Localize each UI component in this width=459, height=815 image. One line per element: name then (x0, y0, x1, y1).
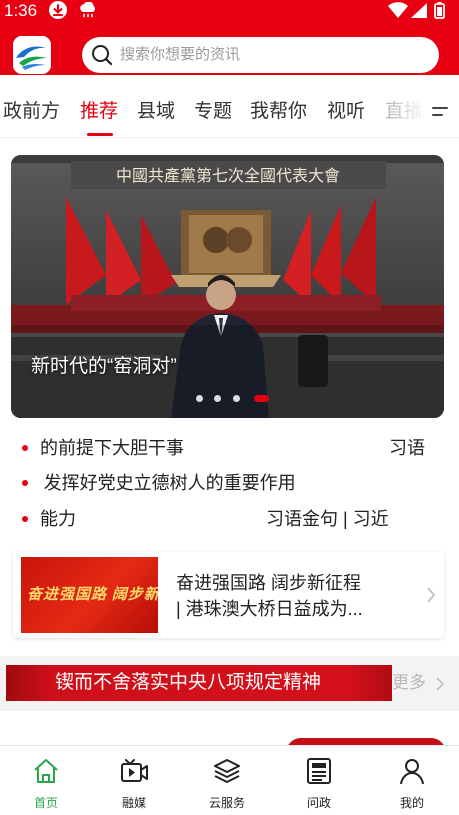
section-header: 锲而不舍落实中央八项规定精神 更多 (0, 656, 459, 711)
nav-government-inquiry[interactable]: 问政 (273, 746, 365, 815)
bullet-icon (22, 480, 28, 486)
app-logo-icon[interactable] (13, 36, 51, 74)
signal-icon (411, 3, 427, 18)
tab-zhengqianfang[interactable]: 政前方 (3, 99, 60, 125)
nav-cloud-services[interactable]: 云服务 (181, 746, 273, 815)
promo-image-text: 奋进强国路 阔步新征程 (27, 587, 158, 603)
tab-county[interactable]: 县域 (137, 99, 175, 125)
more-link[interactable]: 更多 (392, 669, 426, 697)
carousel-dot-active[interactable] (254, 395, 269, 402)
nav-home[interactable]: 首页 (0, 746, 92, 815)
section-title: 锲而不舍落实中央八项规定精神 (55, 672, 322, 693)
video-icon (121, 759, 148, 782)
banner-image: 中國共產黨第七次全國代表大會 (11, 155, 444, 418)
nav-label: 我的 (399, 796, 424, 810)
status-right-icons (387, 1, 453, 19)
person-icon (400, 759, 424, 785)
cloud-icon (78, 1, 98, 18)
nav-label: 云服务 (208, 796, 245, 810)
app-screen: 1:36 搜索你想要的资讯 政前方 推荐 县域 专题 我帮你 视听 中國共產黨第… (0, 0, 459, 815)
status-bar: 1:36 (0, 0, 459, 24)
wifi-icon (388, 2, 408, 18)
search-placeholder: 搜索你想要的资讯 (120, 46, 241, 63)
news-ticker-text-right: 习语 (389, 438, 425, 458)
promo-card[interactable]: 奋进强国路 阔步新征程 奋进强国路 阔步新征程 | 港珠澳大桥日益成为... (13, 552, 444, 638)
banner-caption: 新时代的“窑洞对” (31, 356, 177, 377)
chevron-right-icon[interactable] (426, 586, 436, 604)
carousel-dot[interactable] (196, 395, 203, 402)
news-ticker-text-right: 习语金句 | 习近 (266, 509, 389, 529)
tabs-divider (0, 137, 459, 138)
home-icon (34, 759, 58, 783)
channel-tabs: 政前方 推荐 县域 专题 我帮你 视听 直播 (0, 85, 459, 137)
nav-label: 首页 (33, 796, 58, 810)
bullet-icon (22, 516, 28, 522)
promo-text: 奋进强国路 阔步新征程 | 港珠澳大桥日益成为... (176, 570, 411, 622)
status-time: 1:36 (4, 1, 38, 20)
nav-label: 问政 (306, 796, 331, 810)
app-header: 1:36 搜索你想要的资讯 (0, 0, 459, 75)
news-ticker-text: 的前提下大胆干事 (40, 438, 184, 458)
search-input[interactable]: 搜索你想要的资讯 (82, 37, 439, 73)
download-icon (49, 1, 67, 19)
chevron-right-icon[interactable] (436, 677, 444, 691)
carousel-dot[interactable] (233, 395, 240, 402)
search-icon (90, 43, 114, 67)
bullet-icon (22, 445, 28, 451)
section-title-banner: 锲而不舍落实中央八项规定精神 (6, 665, 392, 701)
newspaper-icon (307, 758, 331, 784)
tab-help[interactable]: 我帮你 (250, 99, 307, 125)
nav-profile[interactable]: 我的 (366, 746, 458, 815)
promo-title: 奋进强国路 阔步新征程 (176, 573, 361, 593)
carousel-dot[interactable] (214, 395, 221, 402)
nav-label: 融媒 (121, 796, 146, 810)
tab-fade (372, 85, 424, 137)
promo-image: 奋进强国路 阔步新征程 (21, 557, 158, 633)
promo-subtitle: | 港珠澳大桥日益成为... (176, 599, 363, 619)
bottom-navigation: 首页 融媒 云服务 问政 我的 (0, 745, 459, 815)
layers-icon (214, 759, 240, 783)
news-ticker-text: 能力 (40, 509, 76, 529)
tab-audiovisual[interactable]: 视听 (327, 99, 365, 125)
backdrop-banner-text: 中國共產黨第七次全國代表大會 (116, 166, 340, 185)
news-ticker-item[interactable]: | 发挥好党史立德树人的重要作用 (0, 468, 459, 498)
tab-topics[interactable]: 专题 (194, 99, 232, 125)
news-ticker-item[interactable]: 能力 习语金句 | 习近 (0, 504, 459, 534)
hero-banner[interactable]: 中國共產黨第七次全國代表大會 新时代的“窑洞对” (11, 155, 444, 418)
news-ticker-text: | 发挥好党史立德树人的重要作用 (40, 473, 296, 493)
battery-icon (434, 2, 445, 19)
nav-media[interactable]: 融媒 (88, 746, 180, 815)
tab-recommend[interactable]: 推荐 (80, 99, 118, 125)
news-ticker-item[interactable]: 的前提下大胆干事 习语 (0, 433, 459, 463)
active-tab-indicator (87, 133, 113, 136)
tab-menu-icon[interactable] (428, 101, 452, 123)
